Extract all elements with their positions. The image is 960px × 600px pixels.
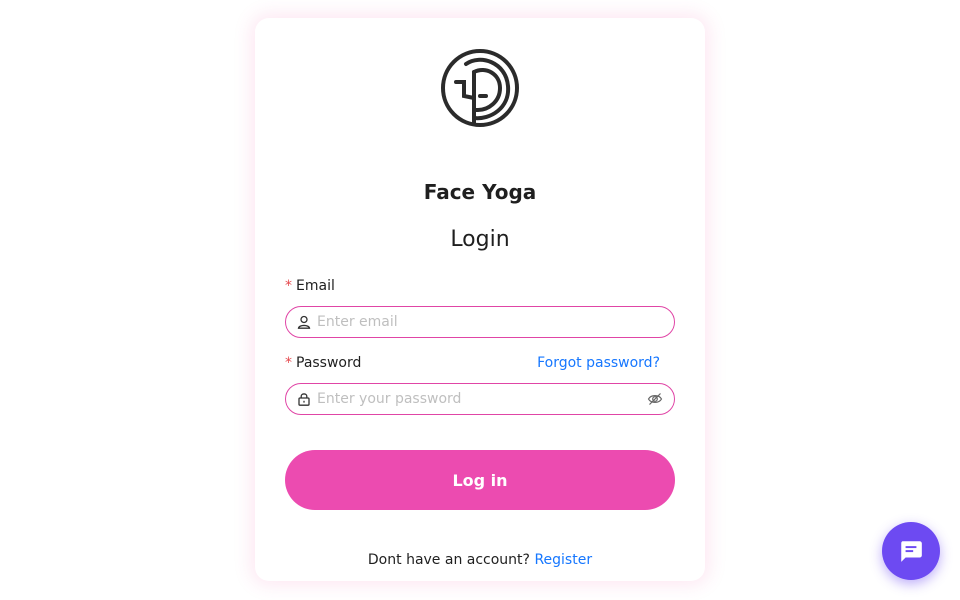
user-icon <box>297 315 311 329</box>
face-logo-icon <box>441 49 519 127</box>
register-prompt: Dont have an account? Register <box>255 552 705 568</box>
chat-button[interactable] <box>882 522 940 580</box>
forgot-password-link[interactable]: Forgot password? <box>537 355 660 371</box>
chat-bubble-icon <box>901 541 922 562</box>
eye-slash-icon[interactable] <box>647 391 663 407</box>
required-mark: * <box>285 278 292 294</box>
email-label-text: Email <box>296 278 335 294</box>
email-label: * Email <box>285 278 335 294</box>
password-field[interactable] <box>285 383 675 415</box>
register-prompt-text: Dont have an account? <box>367 552 530 568</box>
login-button[interactable]: Log in <box>285 450 675 510</box>
email-field[interactable] <box>285 306 675 338</box>
register-link[interactable]: Register <box>534 552 592 568</box>
password-label-text: Password <box>296 355 362 371</box>
email-input[interactable] <box>317 309 674 335</box>
form-title: Login <box>450 227 510 252</box>
required-mark: * <box>285 355 292 371</box>
lock-icon <box>297 392 311 406</box>
app-title: Face Yoga <box>423 180 537 204</box>
password-input[interactable] <box>317 386 647 412</box>
login-card: Face Yoga Login *Email *Password Forgot … <box>255 18 705 581</box>
password-label: * Password <box>285 355 361 371</box>
